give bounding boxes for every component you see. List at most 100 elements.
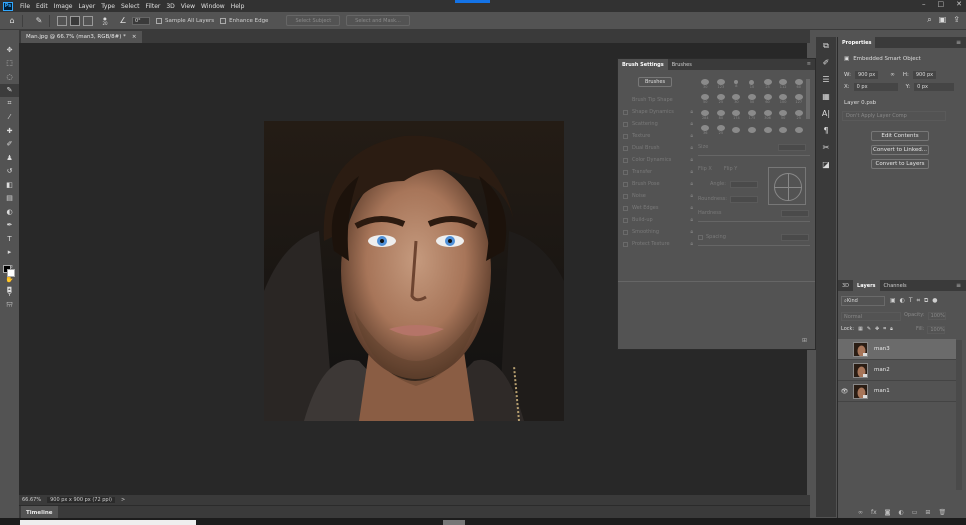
brush-tip[interactable]: [776, 123, 791, 137]
new-group-icon[interactable]: ▭: [912, 509, 918, 516]
lock-artboard-icon[interactable]: ⌗: [883, 326, 886, 332]
flip-y-checkbox[interactable]: Flip Y: [724, 166, 737, 172]
lock-icon[interactable]: 🔒︎: [690, 109, 693, 115]
brush-tip[interactable]: 306: [760, 108, 775, 122]
stamp-tool-icon[interactable]: ♟: [0, 151, 19, 165]
document-tab[interactable]: Man.jpg @ 66.7% (man3, RGB/8#) * ×: [21, 31, 142, 43]
tip-scrollbar[interactable]: [806, 79, 810, 119]
size-field[interactable]: [778, 144, 806, 151]
option-texture[interactable]: Texture 🔒︎: [623, 130, 693, 142]
adjustment-layer-icon[interactable]: ◐: [899, 509, 904, 516]
brush-tip[interactable]: 284: [698, 108, 713, 122]
brush-tip[interactable]: 50: [698, 92, 713, 106]
lock-icon[interactable]: 🔒︎: [690, 193, 693, 199]
kind-filter-select[interactable]: ⌕ Kind: [841, 296, 885, 306]
menu-type[interactable]: Type: [98, 3, 118, 10]
convert-to-layers-button[interactable]: Convert to Layers: [871, 159, 929, 169]
tab-brushes[interactable]: Brushes: [668, 59, 696, 70]
brush-tip[interactable]: 60: [760, 92, 775, 106]
sample-all-layers-checkbox[interactable]: [156, 17, 162, 24]
lock-icon[interactable]: 🔒︎: [690, 121, 693, 127]
eyedropper-tool-icon[interactable]: ⁄: [0, 111, 19, 125]
add-selection-icon[interactable]: [70, 15, 80, 26]
brush-tip[interactable]: 100: [776, 92, 791, 106]
taskbar-search[interactable]: [20, 520, 196, 525]
option-shape-dynamics[interactable]: Shape Dynamics 🔒︎: [623, 106, 693, 118]
brush-tool-icon[interactable]: ✐: [0, 138, 19, 152]
close-icon[interactable]: ✕: [956, 0, 962, 8]
smart-filter-icon[interactable]: ⧉: [924, 297, 928, 305]
size-slider[interactable]: [698, 155, 810, 156]
menu-select[interactable]: Select: [118, 3, 143, 10]
panel-menu-icon[interactable]: ≡: [956, 282, 961, 289]
spacing-field[interactable]: [781, 234, 809, 241]
screen-mode-icon[interactable]: ▭: [0, 296, 19, 310]
option-smoothing[interactable]: Smoothing 🔒︎: [623, 226, 693, 238]
opacity-field[interactable]: 100%: [927, 312, 946, 320]
layers-scrollbar[interactable]: [956, 340, 962, 490]
layer-row-man2[interactable]: man2: [838, 360, 956, 381]
history-brush-icon[interactable]: ↺: [0, 165, 19, 179]
pen-tool-icon[interactable]: ✒: [0, 219, 19, 233]
blend-mode-select[interactable]: Normal: [841, 312, 901, 321]
tab-layers[interactable]: Layers: [853, 280, 880, 291]
brush-tip[interactable]: 30: [698, 77, 713, 91]
lock-all-icon[interactable]: 🔒︎: [890, 326, 893, 332]
paragraph-icon[interactable]: ¶: [816, 122, 836, 139]
type-filter-icon[interactable]: T: [909, 297, 913, 305]
lock-icon[interactable]: 🔒︎: [690, 217, 693, 223]
select-and-mask-button[interactable]: Select and Mask...: [346, 15, 410, 26]
lock-icon[interactable]: 🔒︎: [690, 205, 693, 211]
brushes-button[interactable]: Brushes: [638, 77, 672, 87]
fill-field[interactable]: 100%: [927, 326, 946, 334]
brush-tip[interactable]: 50: [745, 92, 760, 106]
spacing-slider[interactable]: [698, 245, 810, 246]
brush-tip[interactable]: [729, 123, 744, 137]
history-icon[interactable]: ⧉: [816, 37, 836, 54]
menu-3d[interactable]: 3D: [163, 3, 177, 10]
menu-help[interactable]: Help: [228, 3, 248, 10]
background-color-swatch[interactable]: [7, 269, 15, 277]
quick-select-tool-icon[interactable]: ✎: [33, 15, 45, 27]
option-dual-brush[interactable]: Dual Brush 🔒︎: [623, 142, 693, 154]
brush-tip[interactable]: 175: [745, 108, 760, 122]
status-menu-arrow[interactable]: >: [121, 497, 125, 503]
new-layer-icon[interactable]: ⊞: [925, 509, 930, 516]
menu-file[interactable]: File: [17, 3, 33, 10]
workspace-icon[interactable]: ▣: [939, 15, 947, 25]
pixel-filter-icon[interactable]: ▣: [890, 297, 896, 305]
new-selection-icon[interactable]: [57, 15, 67, 26]
brush-tip[interactable]: 50: [776, 108, 791, 122]
info-icon[interactable]: ◪: [816, 156, 836, 173]
menu-window[interactable]: Window: [198, 3, 228, 10]
brush-tip[interactable]: 127: [791, 92, 806, 106]
layer-name[interactable]: man2: [874, 367, 890, 373]
link-icon[interactable]: ∞: [890, 72, 895, 78]
add-mask-icon[interactable]: ◙: [885, 509, 891, 516]
hardness-field[interactable]: [781, 210, 809, 217]
close-document-icon[interactable]: ×: [132, 34, 137, 40]
angle-field[interactable]: 0°: [132, 16, 150, 25]
option-color-dynamics[interactable]: Color Dynamics 🔒︎: [623, 154, 693, 166]
eye-icon[interactable]: 👁︎: [838, 388, 851, 395]
brush-tip[interactable]: 25: [714, 123, 729, 137]
brush-tip[interactable]: [791, 123, 806, 137]
option-transfer[interactable]: Transfer 🔒︎: [623, 166, 693, 178]
option-scattering[interactable]: Scattering 🔒︎: [623, 118, 693, 130]
option-noise[interactable]: Noise 🔒︎: [623, 190, 693, 202]
move-tool-icon[interactable]: ✥: [0, 43, 19, 57]
brush-tip[interactable]: 25: [760, 77, 775, 91]
convert-to-linked-button[interactable]: Convert to Linked...: [871, 145, 929, 155]
gradient-tool-icon[interactable]: ▤: [0, 192, 19, 206]
hardness-slider[interactable]: [698, 221, 810, 222]
flip-x-checkbox[interactable]: Flip X: [698, 166, 712, 172]
menu-layer[interactable]: Layer: [75, 3, 98, 10]
brush-angle-preview[interactable]: [768, 167, 806, 205]
tools-icon[interactable]: ✂: [816, 139, 836, 156]
share-icon[interactable]: ⇪: [953, 15, 960, 25]
lock-position-icon[interactable]: ✥: [875, 326, 879, 332]
y-field[interactable]: 0 px: [914, 83, 955, 91]
libraries-icon[interactable]: ▦: [816, 88, 836, 105]
lock-pixels-icon[interactable]: ✎: [867, 326, 871, 332]
adjustments-icon[interactable]: ☰: [816, 71, 836, 88]
